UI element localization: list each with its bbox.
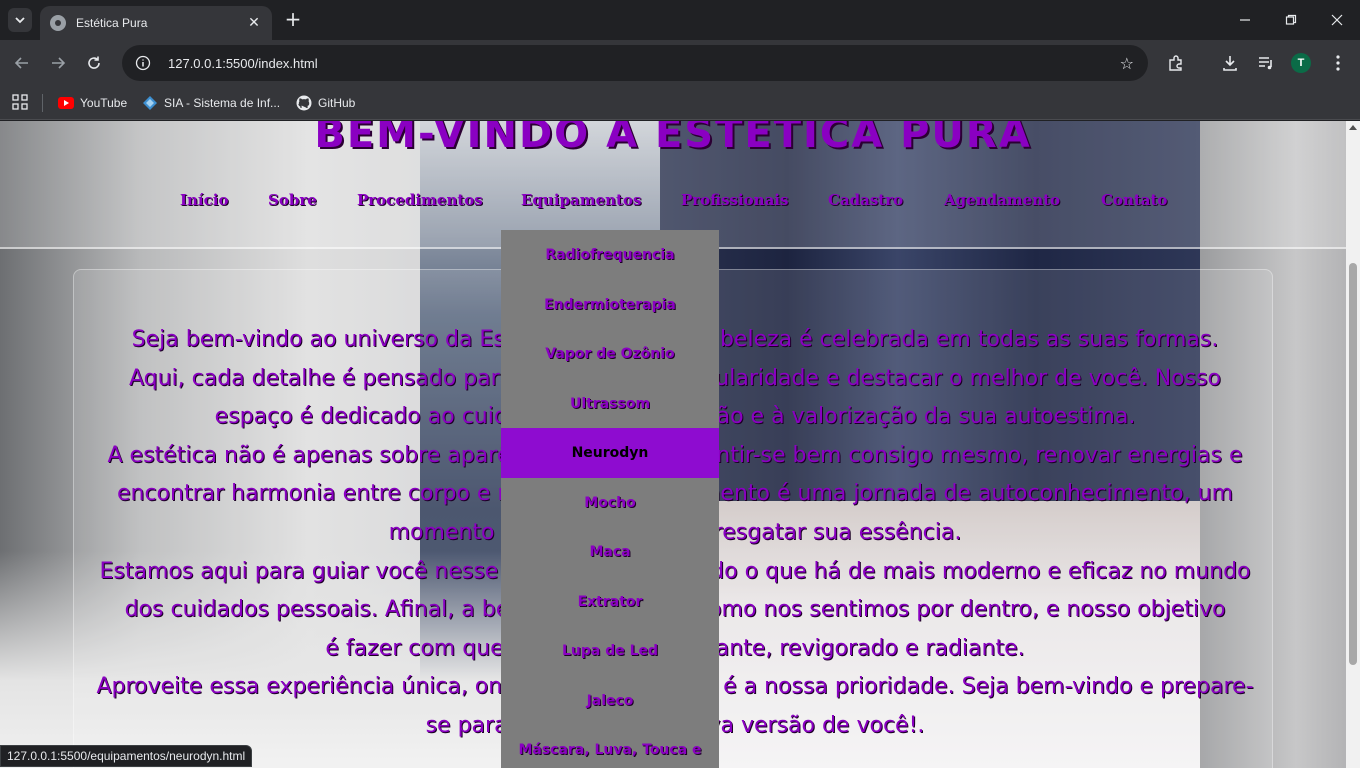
- extensions-icon[interactable]: [1164, 51, 1188, 75]
- minimize-icon: [1240, 19, 1250, 21]
- media-control-icon[interactable]: [1254, 51, 1278, 75]
- dropdown-item-neurodyn[interactable]: Neurodyn: [501, 428, 719, 478]
- nav-contato[interactable]: Contato: [1101, 191, 1167, 209]
- new-tab-button[interactable]: +: [282, 8, 304, 30]
- dropdown-item-lupa-led[interactable]: Lupa de Led: [501, 626, 719, 676]
- site-info-icon[interactable]: [132, 52, 154, 74]
- nav-equipamentos[interactable]: Equipamentos: [521, 191, 641, 209]
- page-viewport: BEM-VINDO A ESTÉTICA PURA Início Sobre P…: [0, 121, 1360, 768]
- page-scrollbar[interactable]: [1346, 121, 1360, 768]
- github-icon: [296, 95, 312, 111]
- nav-cadastro[interactable]: Cadastro: [828, 191, 903, 209]
- youtube-icon: [58, 95, 74, 111]
- dropdown-item-extrator[interactable]: Extrator: [501, 577, 719, 627]
- bookmark-youtube[interactable]: YouTube: [58, 92, 127, 114]
- minimize-button[interactable]: [1222, 0, 1268, 40]
- reload-button[interactable]: [82, 51, 106, 75]
- bookmarks-divider: [42, 94, 43, 112]
- dropdown-item-radiofrequencia[interactable]: Radiofrequencia: [501, 230, 719, 280]
- sia-icon: [142, 95, 158, 111]
- close-window-button[interactable]: [1314, 0, 1360, 40]
- nav-inicio[interactable]: Início: [180, 191, 228, 209]
- close-tab-icon[interactable]: ✕: [246, 15, 262, 31]
- tab-strip: Estética Pura ✕ +: [0, 0, 1360, 40]
- browser-tab[interactable]: Estética Pura ✕: [40, 6, 272, 40]
- dropdown-item-jaleco[interactable]: Jaleco: [501, 676, 719, 726]
- tab-search-button[interactable]: [8, 8, 32, 32]
- bookmark-sia[interactable]: SIA - Sistema de Inf...: [142, 92, 280, 114]
- equipamentos-dropdown: Radiofrequencia Endermioterapia Vapor de…: [501, 230, 719, 768]
- download-icon[interactable]: [1218, 51, 1242, 75]
- close-icon: [1331, 14, 1343, 26]
- nav-profissionais[interactable]: Profissionais: [681, 191, 788, 209]
- reload-icon: [88, 56, 100, 69]
- dropdown-item-maca[interactable]: Maca: [501, 527, 719, 577]
- status-bar-url: 127.0.0.1:5500/equipamentos/neurodyn.htm…: [0, 745, 253, 767]
- scrollbar-thumb[interactable]: [1349, 263, 1357, 665]
- apps-grid-icon[interactable]: [12, 94, 28, 110]
- page-title: BEM-VINDO A ESTÉTICA PURA: [314, 121, 1032, 157]
- arrow-right-icon: [52, 57, 66, 69]
- bookmark-label: GitHub: [318, 96, 356, 110]
- bookmark-star-icon[interactable]: ☆: [1120, 54, 1134, 73]
- dropdown-item-vapor-ozonio[interactable]: Vapor de Ozônio: [501, 329, 719, 379]
- scroll-up-icon[interactable]: [1349, 125, 1357, 130]
- arrow-left-icon: [14, 57, 28, 69]
- tab-title: Estética Pura: [76, 16, 148, 30]
- nav-procedimentos[interactable]: Procedimentos: [357, 191, 483, 209]
- main-nav: Início Sobre Procedimentos Equipamentos …: [0, 191, 1346, 215]
- menu-kebab-icon[interactable]: [1326, 51, 1350, 75]
- back-button[interactable]: [10, 51, 34, 75]
- dropdown-item-mocho[interactable]: Mocho: [501, 478, 719, 528]
- profile-avatar[interactable]: T: [1291, 53, 1311, 73]
- nav-agendamento[interactable]: Agendamento: [944, 191, 1060, 209]
- dropdown-item-endermioterapia[interactable]: Endermioterapia: [501, 280, 719, 330]
- bookmark-label: YouTube: [80, 96, 128, 110]
- nav-sobre[interactable]: Sobre: [268, 191, 317, 209]
- globe-icon: [50, 15, 66, 31]
- dropdown-item-ultrassom[interactable]: Ultrassom: [501, 379, 719, 429]
- maximize-button[interactable]: [1268, 0, 1314, 40]
- chevron-down-icon: [15, 17, 25, 24]
- bookmark-label: SIA - Sistema de Inf...: [164, 96, 281, 110]
- bookmarks-bar: YouTube SIA - Sistema de Inf... GitHub: [0, 86, 1360, 120]
- restore-icon: [1285, 14, 1297, 25]
- url-text[interactable]: 127.0.0.1:5500/index.html: [168, 56, 1120, 71]
- forward-button[interactable]: [46, 51, 70, 75]
- bookmark-github[interactable]: GitHub: [296, 92, 355, 114]
- address-bar[interactable]: 127.0.0.1:5500/index.html ☆: [122, 45, 1148, 81]
- browser-toolbar: 127.0.0.1:5500/index.html ☆: [0, 40, 1360, 86]
- dropdown-item-mascara-luva-touca[interactable]: Máscara, Luva, Touca e: [501, 725, 719, 768]
